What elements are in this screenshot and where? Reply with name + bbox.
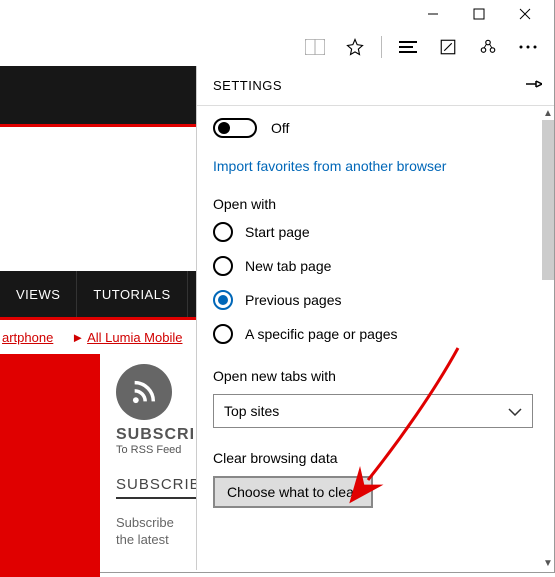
settings-title: SETTINGS bbox=[213, 78, 282, 93]
nav-tab-tutorials[interactable]: TUTORIALS bbox=[77, 271, 186, 317]
radio-start-page[interactable]: Start page bbox=[213, 222, 534, 242]
radio-icon bbox=[213, 256, 233, 276]
radio-icon bbox=[213, 222, 233, 242]
radio-label: Start page bbox=[245, 224, 310, 240]
settings-scrollbar[interactable]: ▲ ▼ bbox=[542, 106, 554, 570]
pin-icon[interactable] bbox=[526, 77, 542, 94]
scroll-down-icon[interactable]: ▼ bbox=[542, 556, 554, 570]
maximize-button[interactable] bbox=[456, 0, 502, 28]
settings-header: SETTINGS bbox=[197, 66, 554, 106]
scroll-thumb[interactable] bbox=[542, 120, 554, 280]
settings-panel: SETTINGS Off Import favorites from anoth… bbox=[196, 66, 554, 570]
minimize-button[interactable] bbox=[410, 0, 456, 28]
rss-icon[interactable] bbox=[116, 364, 172, 420]
settings-body: Off Import favorites from another browse… bbox=[197, 106, 542, 570]
link-lumia[interactable]: ► All Lumia Mobile bbox=[71, 330, 182, 345]
import-favorites-link[interactable]: Import favorites from another browser bbox=[213, 158, 534, 174]
page-red-block bbox=[0, 354, 100, 577]
hub-icon[interactable] bbox=[390, 28, 426, 66]
share-icon[interactable] bbox=[470, 28, 506, 66]
scroll-track[interactable] bbox=[542, 120, 554, 556]
browser-toolbar bbox=[0, 28, 554, 66]
radio-label: A specific page or pages bbox=[245, 326, 398, 342]
choose-what-to-clear-button[interactable]: Choose what to clear bbox=[213, 476, 373, 508]
select-value: Top sites bbox=[224, 403, 279, 419]
reading-view-icon[interactable] bbox=[297, 28, 333, 66]
toggle-label: Off bbox=[271, 120, 289, 136]
toolbar-separator bbox=[381, 36, 382, 58]
chevron-down-icon bbox=[508, 403, 522, 419]
radio-specific-page[interactable]: A specific page or pages bbox=[213, 324, 534, 344]
open-with-label: Open with bbox=[213, 196, 534, 212]
open-tabs-select[interactable]: Top sites bbox=[213, 394, 533, 428]
subscribe-heading: SUBSCRIB bbox=[116, 476, 201, 499]
close-button[interactable] bbox=[502, 0, 548, 28]
clear-data-label: Clear browsing data bbox=[213, 450, 534, 466]
favorites-star-icon[interactable] bbox=[337, 28, 373, 66]
open-tabs-label: Open new tabs with bbox=[213, 368, 534, 384]
toggle-row: Off bbox=[213, 118, 534, 138]
link-artphone[interactable]: artphone bbox=[2, 330, 53, 345]
more-icon[interactable] bbox=[510, 28, 546, 66]
window-controls bbox=[0, 0, 554, 28]
radio-icon bbox=[213, 324, 233, 344]
scroll-up-icon[interactable]: ▲ bbox=[542, 106, 554, 120]
radio-icon bbox=[213, 290, 233, 310]
radio-new-tab-page[interactable]: New tab page bbox=[213, 256, 534, 276]
toggle-switch[interactable] bbox=[213, 118, 257, 138]
nav-tab-views[interactable]: VIEWS bbox=[0, 271, 76, 317]
web-note-icon[interactable] bbox=[430, 28, 466, 66]
radio-label: New tab page bbox=[245, 258, 331, 274]
radio-label: Previous pages bbox=[245, 292, 342, 308]
radio-previous-pages[interactable]: Previous pages bbox=[213, 290, 534, 310]
